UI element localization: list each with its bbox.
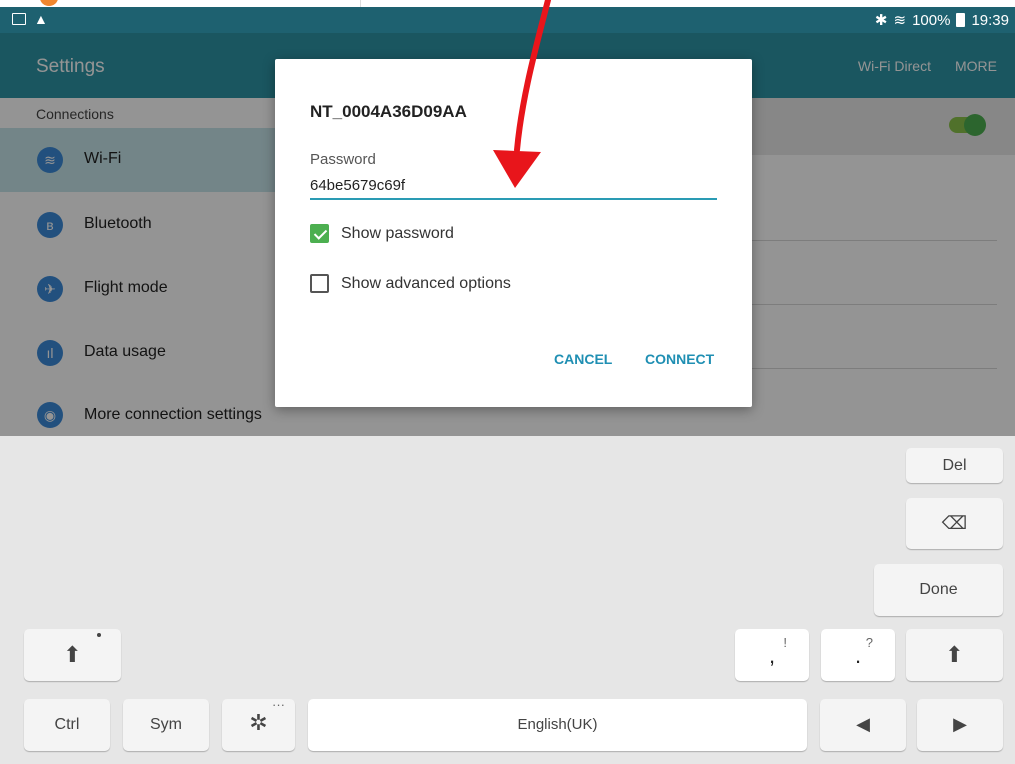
gear-icon: ✲ [249, 710, 268, 735]
clock: 19:39 [971, 11, 1009, 29]
battery-icon [956, 13, 966, 27]
key-comma[interactable]: , ! [735, 629, 809, 681]
shift-icon: ⬆ [945, 642, 964, 667]
show-password-checkbox[interactable] [310, 224, 329, 243]
key-done[interactable]: Done [874, 564, 1003, 616]
password-label: Password [310, 151, 376, 168]
advanced-options-label: Show advanced options [341, 274, 511, 292]
key-space[interactable]: English(UK) [308, 699, 807, 751]
network-name: NT_0004A36D09AA [310, 102, 467, 121]
key-arrow-left[interactable]: ◀ [820, 699, 906, 751]
on-screen-keyboard: Del ⌫ Done ⬆ , ! . ? ⬆ Ctrl Sym ✲ ··· En… [0, 436, 1015, 764]
shift-indicator-dot [97, 633, 101, 637]
key-shift-right[interactable]: ⬆ [906, 629, 1003, 681]
bluetooth-status-icon: ✱ [874, 12, 888, 29]
connect-button[interactable]: CONNECT [645, 351, 714, 367]
key-ctrl[interactable]: Ctrl [24, 699, 110, 751]
app-icon-fragment [40, 0, 58, 6]
annotation-arrow [493, 0, 551, 188]
key-shift-left[interactable]: ⬆ [24, 629, 121, 681]
key-backspace[interactable]: ⌫ [906, 498, 1003, 549]
cancel-button[interactable]: CANCEL [554, 351, 612, 367]
key-settings[interactable]: ✲ ··· [222, 697, 295, 751]
advanced-options-row[interactable]: Show advanced options [310, 274, 511, 293]
shift-icon: ⬆ [63, 642, 82, 667]
show-password-label: Show password [341, 224, 454, 242]
advanced-options-checkbox[interactable] [310, 274, 329, 293]
backspace-icon: ⌫ [941, 513, 968, 533]
right-arrow-icon: ▶ [953, 714, 967, 734]
more-dots-icon: ··· [272, 697, 285, 712]
show-password-row[interactable]: Show password [310, 224, 454, 243]
key-sym[interactable]: Sym [123, 699, 209, 751]
screenshot-notification-icon [12, 13, 26, 25]
divider [360, 0, 361, 7]
warning-icon: ▲ [34, 11, 48, 27]
key-arrow-right[interactable]: ▶ [917, 699, 1003, 751]
left-arrow-icon: ◀ [856, 714, 870, 734]
wifi-status-icon: ≋ [893, 12, 907, 29]
key-period[interactable]: . ? [821, 629, 895, 681]
battery-percent: 100% [912, 11, 951, 29]
key-del[interactable]: Del [906, 448, 1003, 483]
